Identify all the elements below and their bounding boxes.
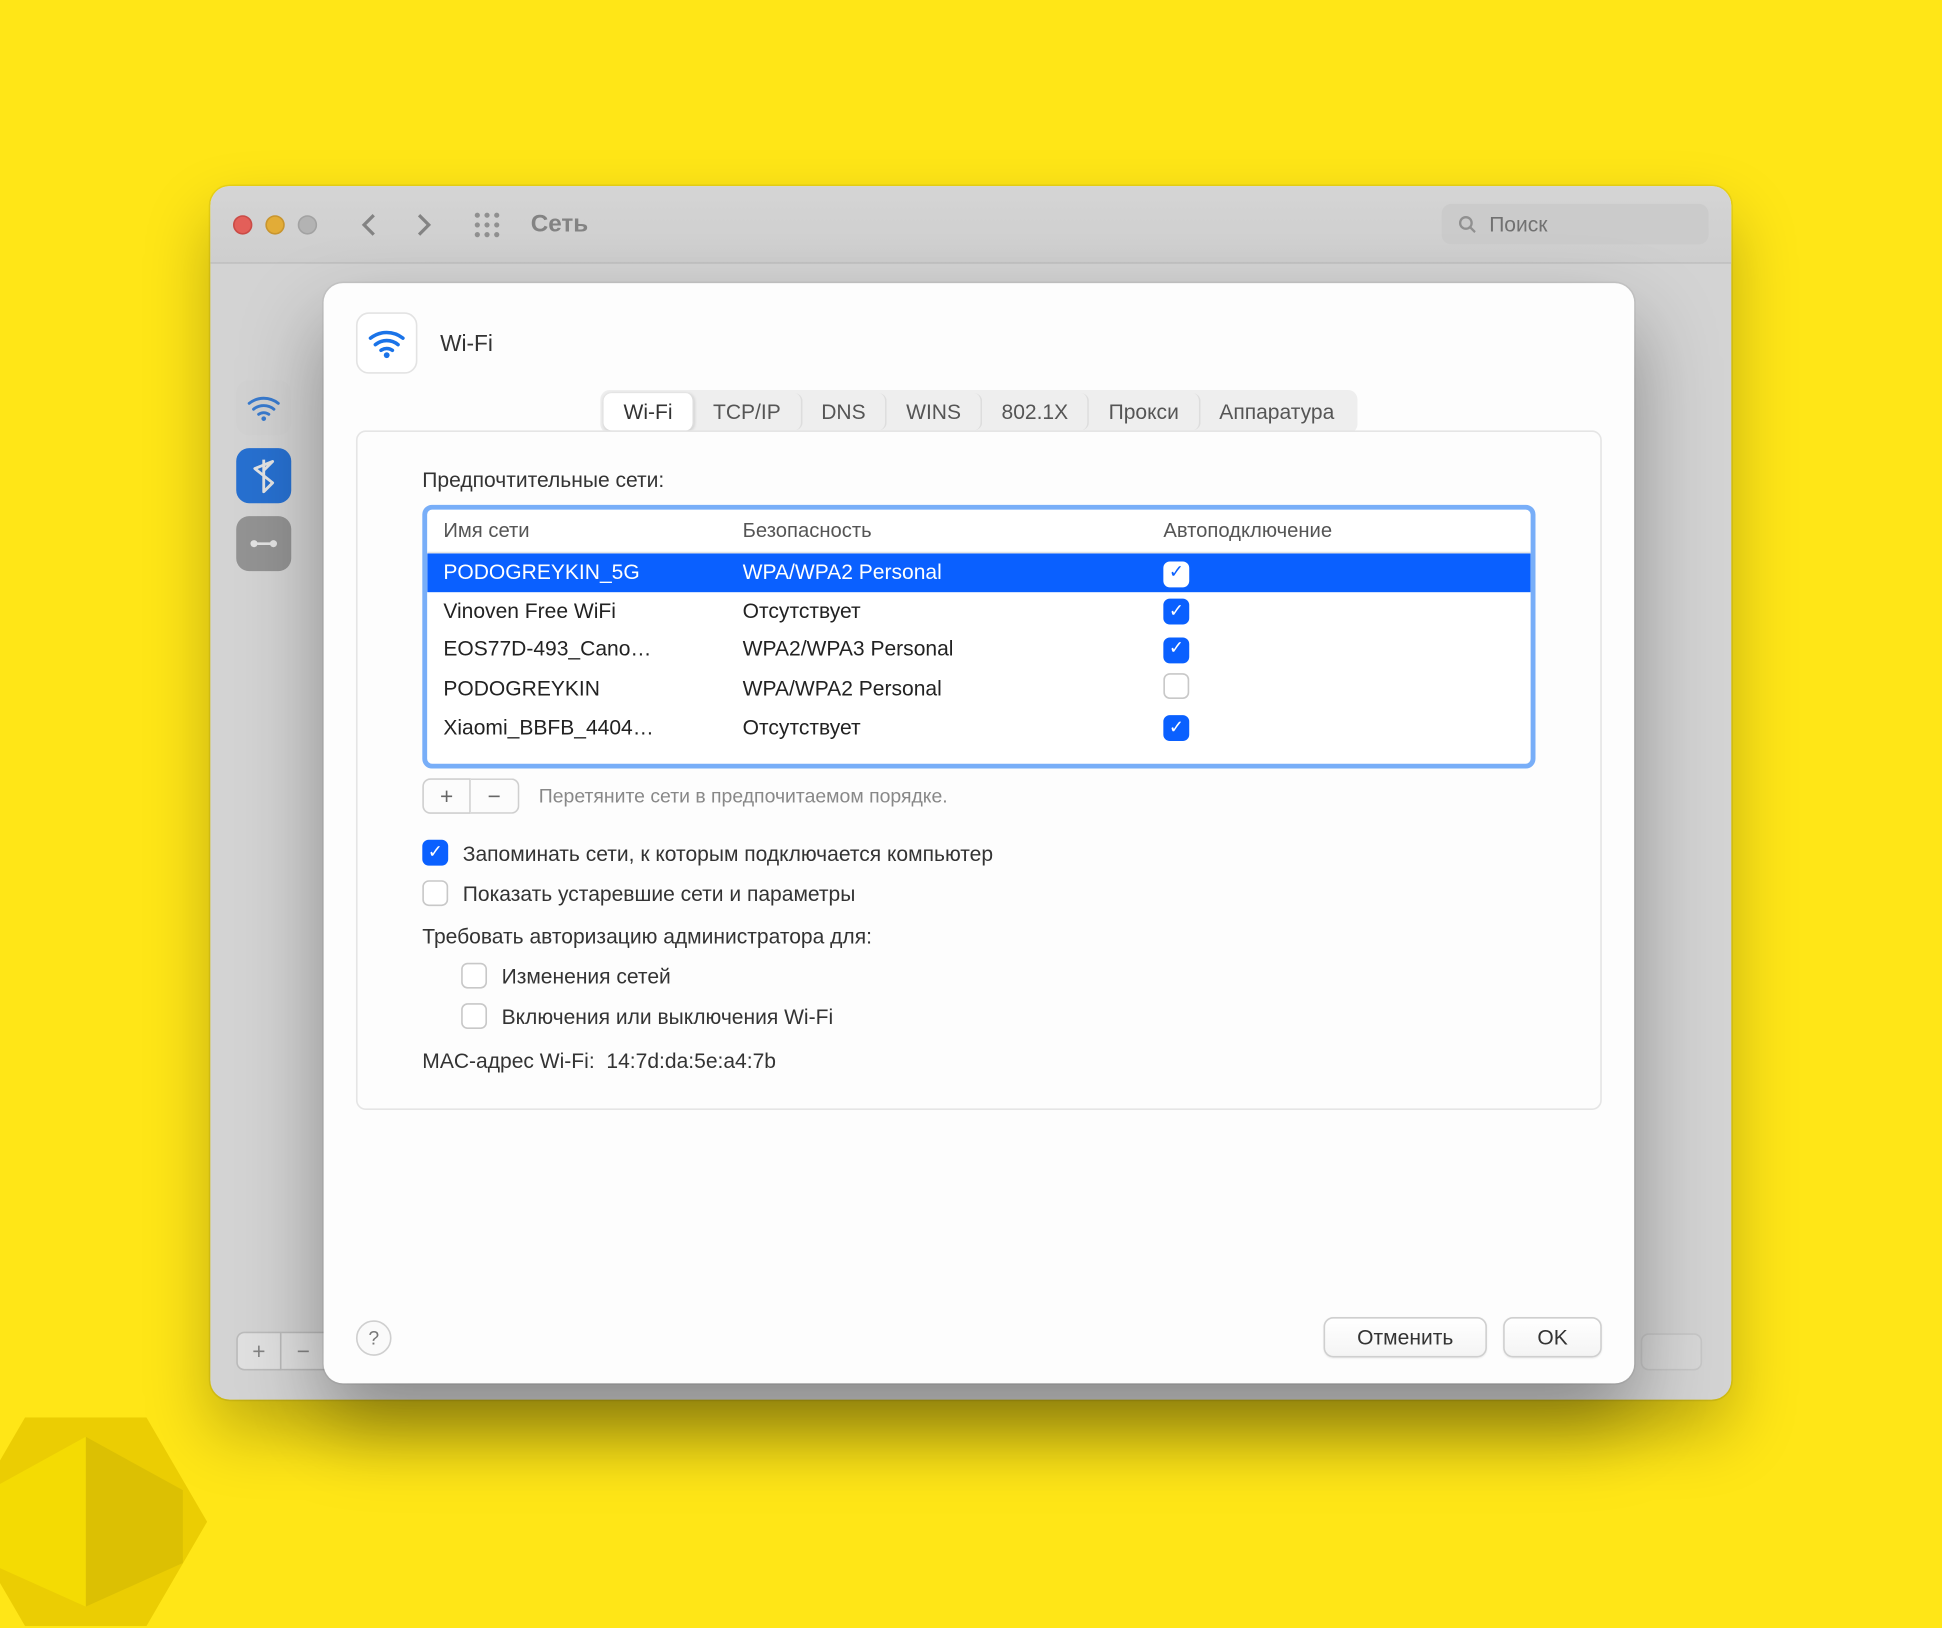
tab-wifi[interactable]: Wi-Fi — [604, 393, 694, 430]
wifi-panel: Предпочтительные сети: Имя сети Безопасн… — [356, 430, 1602, 1110]
help-button[interactable]: ? — [356, 1319, 392, 1355]
autojoin-checkbox[interactable] — [1163, 672, 1189, 698]
table-row[interactable]: Vinoven Free WiFiОтсутствует — [427, 591, 1530, 629]
network-name: Xiaomi_BBFB_4404… — [443, 715, 742, 739]
tab-[interactable]: Аппаратура — [1200, 393, 1354, 430]
tab-[interactable]: Прокси — [1089, 393, 1200, 430]
table-row[interactable]: PODOGREYKINWPA/WPA2 Personal — [427, 667, 1530, 707]
network-security: WPA/WPA2 Personal — [743, 676, 1164, 700]
network-security: Отсутствует — [743, 598, 1164, 622]
drag-hint: Перетяните сети в предпочитаемом порядке… — [539, 785, 948, 808]
network-name: PODOGREYKIN_5G — [443, 560, 742, 584]
network-security: WPA2/WPA3 Personal — [743, 636, 1164, 660]
network-security: Отсутствует — [743, 715, 1164, 739]
mac-label: MAC-адрес Wi-Fi: — [422, 1048, 594, 1072]
col-autojoin[interactable]: Автоподключение — [1163, 519, 1514, 542]
admin-change-checkbox[interactable] — [461, 963, 487, 989]
tab-wins[interactable]: WINS — [887, 393, 982, 430]
table-header: Имя сети Безопасность Автоподключение — [427, 510, 1530, 554]
tabbar: Wi-FiTCP/IPDNSWINS802.1XПроксиАппаратура — [601, 390, 1357, 434]
admin-heading: Требовать авторизацию администратора для… — [422, 924, 1535, 948]
show-legacy-checkbox[interactable] — [422, 880, 448, 906]
remember-networks-label: Запоминать сети, к которым подключается … — [463, 841, 993, 865]
autojoin-checkbox[interactable] — [1163, 715, 1189, 741]
add-network-button[interactable]: + — [422, 778, 471, 814]
col-name[interactable]: Имя сети — [443, 519, 742, 542]
add-remove-group: + − — [422, 778, 519, 814]
table-body: PODOGREYKIN_5GWPA/WPA2 PersonalVinoven F… — [427, 553, 1530, 763]
table-row[interactable]: Xiaomi_BBFB_4404…Отсутствует — [427, 708, 1530, 746]
mac-value: 14:7d:da:5e:a4:7b — [606, 1048, 776, 1072]
tab-tcpip[interactable]: TCP/IP — [694, 393, 802, 430]
tab-dns[interactable]: DNS — [802, 393, 887, 430]
autojoin-checkbox[interactable] — [1163, 561, 1189, 587]
show-legacy-label: Показать устаревшие сети и параметры — [463, 881, 856, 905]
wifi-icon — [356, 312, 417, 373]
network-name: Vinoven Free WiFi — [443, 598, 742, 622]
preferred-networks-table[interactable]: Имя сети Безопасность Автоподключение PO… — [422, 505, 1535, 769]
brand-hexagon-icon — [0, 1417, 207, 1627]
network-security: WPA/WPA2 Personal — [743, 560, 1164, 584]
mac-address-row: MAC-адрес Wi-Fi: 14:7d:da:5e:a4:7b — [422, 1048, 1535, 1072]
wifi-advanced-sheet: Wi-Fi Wi-FiTCP/IPDNSWINS802.1XПроксиАппа… — [324, 283, 1635, 1383]
preferred-networks-label: Предпочтительные сети: — [422, 468, 1535, 492]
admin-toggle-label: Включения или выключения Wi-Fi — [502, 1004, 834, 1028]
cancel-button[interactable]: Отменить — [1323, 1317, 1487, 1357]
remember-networks-checkbox[interactable] — [422, 840, 448, 866]
table-row[interactable]: EOS77D-493_Cano…WPA2/WPA3 Personal — [427, 629, 1530, 667]
tab-8021x[interactable]: 802.1X — [982, 393, 1089, 430]
remove-network-button[interactable]: − — [471, 778, 520, 814]
autojoin-checkbox[interactable] — [1163, 637, 1189, 663]
admin-toggle-checkbox[interactable] — [461, 1003, 487, 1029]
sheet-title: Wi-Fi — [440, 330, 493, 356]
table-row[interactable]: PODOGREYKIN_5GWPA/WPA2 Personal — [427, 553, 1530, 591]
autojoin-checkbox[interactable] — [1163, 599, 1189, 625]
ok-button[interactable]: OK — [1503, 1317, 1601, 1357]
col-security[interactable]: Безопасность — [743, 519, 1164, 542]
admin-change-label: Изменения сетей — [502, 964, 671, 988]
network-name: PODOGREYKIN — [443, 676, 742, 700]
network-name: EOS77D-493_Cano… — [443, 636, 742, 660]
